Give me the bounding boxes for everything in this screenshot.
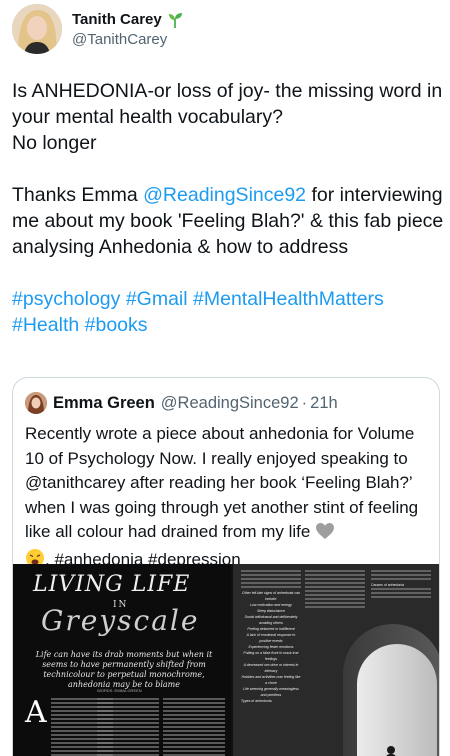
magazine-left-page: LIVING LIFE IN Greyscale Life can have i…	[13, 564, 231, 756]
hashtag-link[interactable]: #books	[85, 314, 148, 336]
archway-light	[357, 644, 437, 756]
magazine-subtitle: Life can have its drab moments but when …	[35, 650, 213, 689]
quoted-tweet[interactable]: Emma Green @ReadingSince92 · 21h Recentl…	[12, 377, 440, 756]
seedling-icon	[166, 11, 184, 29]
signs-list-item: Hobbies and activities now feeling like …	[241, 675, 301, 685]
signs-list-item: A decreased sex drive or interest in int…	[243, 663, 299, 673]
magazine-dropcap: A	[25, 695, 47, 730]
quote-author-handle[interactable]: @ReadingSince92	[161, 394, 299, 413]
quote-author-name[interactable]: Emma Green	[53, 394, 155, 413]
text-column: Causes of anhedonia	[371, 570, 431, 600]
hashtag-link[interactable]: #psychology	[12, 288, 120, 310]
magazine-byline: WORDS: EMMA GREEN	[97, 688, 142, 693]
hashtags-row-1: #psychology #Gmail #MentalHealthMatters	[12, 286, 444, 312]
person-silhouette-icon	[383, 744, 399, 756]
tweet-thanks: Thanks Emma @ReadingSince92 for intervie…	[12, 182, 444, 260]
tweet-line-no-longer: No longer	[12, 132, 97, 154]
grey-heart-icon	[315, 522, 335, 548]
signs-list-item: Life seeming generally meaningless and p…	[243, 687, 299, 697]
quote-header: Emma Green @ReadingSince92 · 21h	[25, 392, 338, 414]
signs-list-column: Other tell-tale signs of anhedonia can i…	[241, 570, 301, 704]
quote-body: Recently wrote a piece about anhedonia f…	[25, 422, 431, 575]
magazine-spread-image[interactable]: LIVING LIFE IN Greyscale Life can have i…	[13, 564, 439, 756]
quote-timestamp[interactable]: 21h	[310, 394, 338, 413]
author-handle[interactable]: @TanithCarey	[72, 30, 184, 50]
signs-list-item: Putting on a false front to mask true fe…	[243, 651, 299, 661]
tweet-header: Tanith Carey @TanithCarey	[12, 4, 438, 56]
hashtag-link[interactable]: #MentalHealthMatters	[193, 288, 384, 310]
text-column	[163, 698, 225, 756]
tweet-line-question: Is ANHEDONIA-or loss of joy- the missing…	[12, 80, 443, 128]
types-heading: Types of anhedonia	[241, 699, 272, 703]
text-column	[97, 698, 159, 756]
magazine-right-page: Other tell-tale signs of anhedonia can i…	[233, 564, 439, 756]
quote-author-avatar[interactable]	[25, 392, 47, 414]
hashtags-row-2: #Health #books	[12, 312, 444, 338]
author-name[interactable]: Tanith Carey	[72, 10, 184, 30]
author-display-name[interactable]: Tanith Carey	[72, 10, 162, 30]
signs-list-item: A lack of emotional response to positive…	[246, 633, 296, 643]
hashtag-link[interactable]: #Health	[12, 314, 79, 336]
magazine-script-title: Greyscale	[41, 604, 200, 637]
author-avatar[interactable]	[12, 4, 62, 54]
signs-list-item: Social withdrawal and deliberately avoid…	[244, 615, 298, 625]
signs-list-title: Other tell-tale signs of anhedonia can i…	[242, 591, 300, 601]
quote-text-main: Recently wrote a piece about anhedonia f…	[25, 424, 419, 541]
mention-link[interactable]: @ReadingSince92	[143, 184, 306, 206]
thanks-prefix: Thanks Emma	[12, 184, 144, 206]
tweet-body: Is ANHEDONIA-or loss of joy- the missing…	[12, 78, 444, 338]
hashtag-link[interactable]: #Gmail	[126, 288, 188, 310]
magazine-title: LIVING LIFE	[33, 572, 191, 597]
text-column	[305, 570, 365, 610]
meta-separator: ·	[301, 393, 308, 412]
